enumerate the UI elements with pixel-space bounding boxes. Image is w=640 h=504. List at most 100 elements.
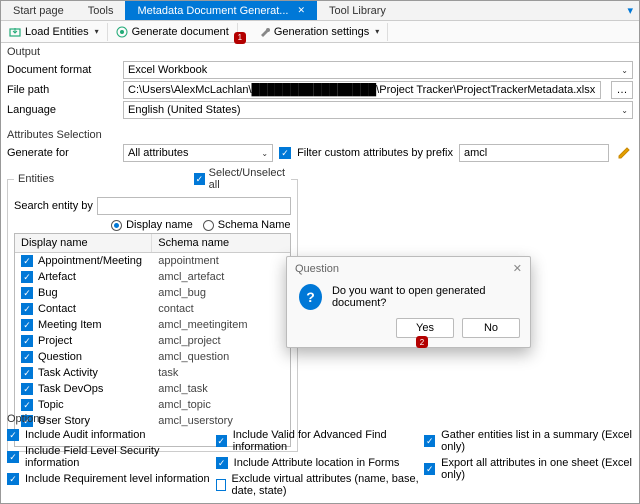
wrench-icon: [258, 26, 270, 38]
select-all-checkbox[interactable]: [194, 173, 205, 185]
opt-audit-checkbox[interactable]: [7, 429, 19, 441]
opt-fieldsec-checkbox[interactable]: [7, 451, 19, 463]
generation-settings-button[interactable]: Generation settings▾: [250, 23, 388, 41]
row-schema: amcl_project: [152, 333, 289, 349]
filter-prefix-checkbox[interactable]: [279, 147, 291, 159]
radio-icon: [111, 220, 122, 231]
row-schema: amcl_question: [152, 349, 289, 365]
tab-strip: Start page Tools Metadata Document Gener…: [1, 1, 639, 21]
generate-document-button[interactable]: Generate document: [108, 23, 238, 41]
output-group-title: Output: [1, 43, 639, 60]
table-row[interactable]: Question amcl_question: [15, 349, 290, 365]
row-schema: appointment: [152, 253, 289, 269]
tab-metadata-generator[interactable]: Metadata Document Generat...✕: [125, 1, 317, 20]
opt-summary-checkbox[interactable]: [424, 435, 435, 447]
opt-reqlevel-checkbox[interactable]: [7, 473, 19, 485]
row-checkbox[interactable]: [21, 271, 33, 283]
table-row[interactable]: Appointment/Meeting appointment: [15, 253, 290, 269]
table-row[interactable]: Contact contact: [15, 301, 290, 317]
generate-for-label: Generate for: [7, 147, 117, 159]
list-header: Display name Schema name: [15, 234, 290, 253]
row-checkbox[interactable]: [21, 367, 33, 379]
row-checkbox[interactable]: [21, 303, 33, 315]
col-display-name[interactable]: Display name: [15, 234, 152, 252]
chevron-down-icon: ⌄: [621, 106, 628, 115]
row-display: Bug: [38, 287, 58, 299]
row-display: Appointment/Meeting: [38, 255, 142, 267]
tab-start-page[interactable]: Start page: [1, 1, 76, 20]
opt-reqlevel-label: Include Requirement level information: [25, 473, 210, 485]
row-display: Task DevOps: [38, 383, 103, 395]
opt-attrloc-checkbox[interactable]: [216, 457, 228, 469]
no-button[interactable]: No: [462, 318, 520, 338]
row-schema: contact: [152, 301, 289, 317]
radio-display-name[interactable]: Display name: [111, 219, 193, 231]
question-icon: ?: [299, 284, 322, 310]
row-display: Artefact: [38, 271, 76, 283]
opt-summary-label: Gather entities list in a summary (Excel…: [441, 429, 633, 453]
table-row[interactable]: Artefact amcl_artefact: [15, 269, 290, 285]
opt-onesheet-checkbox[interactable]: [424, 463, 435, 475]
table-row[interactable]: Projectamcl_project: [15, 333, 290, 349]
language-select[interactable]: English (United States)⌄: [123, 101, 633, 119]
table-row[interactable]: Task DevOps amcl_task: [15, 381, 290, 397]
yes-button[interactable]: Yes: [396, 318, 454, 338]
generate-icon: [116, 26, 128, 38]
row-schema: amcl_task: [152, 381, 289, 397]
opt-excludevirtual-checkbox[interactable]: [216, 479, 226, 491]
filter-prefix-input[interactable]: amcl: [459, 144, 609, 162]
row-schema: amcl_meetingitem: [152, 317, 289, 333]
attributes-group-title: Attributes Selection: [1, 126, 639, 143]
options-group: Options Include Audit information Includ…: [7, 410, 633, 499]
generate-for-select[interactable]: All attributes⌄: [123, 144, 273, 162]
row-display: Meeting Item: [38, 319, 102, 331]
dialog-title: Question: [295, 263, 339, 275]
radio-icon: [203, 220, 214, 231]
opt-audit-label: Include Audit information: [25, 429, 145, 441]
badge-2: 2: [416, 336, 428, 348]
tab-dropdown-icon[interactable]: ▾: [621, 1, 639, 20]
chevron-down-icon: ⌄: [261, 149, 268, 158]
question-dialog: Question ✕ ? Do you want to open generat…: [286, 256, 531, 348]
document-format-select[interactable]: Excel Workbook⌄: [123, 61, 633, 79]
opt-advfind-label: Include Valid for Advanced Find informat…: [233, 429, 425, 453]
row-display: Question: [38, 351, 82, 363]
row-schema: task: [152, 365, 289, 381]
browse-button[interactable]: …: [611, 81, 633, 99]
table-row[interactable]: Meeting Item amcl_meetingitem: [15, 317, 290, 333]
opt-advfind-checkbox[interactable]: [216, 435, 227, 447]
radio-schema-name[interactable]: Schema Name: [203, 219, 291, 231]
search-input[interactable]: [97, 197, 291, 215]
file-path-field[interactable]: C:\Users\AlexMcLachlan\████████████████\…: [123, 81, 601, 99]
row-display: Contact: [38, 303, 76, 315]
select-all-label: Select/Unselect all: [209, 167, 287, 191]
dialog-message: Do you want to open generated document?: [332, 285, 518, 309]
search-label: Search entity by: [14, 200, 93, 212]
load-entities-button[interactable]: Load Entities▾: [1, 23, 108, 41]
col-schema-name[interactable]: Schema name: [152, 234, 289, 252]
row-display: Task Activity: [38, 367, 98, 379]
table-row[interactable]: Task Activity task: [15, 365, 290, 381]
tab-tool-library[interactable]: Tool Library: [317, 1, 398, 20]
options-title: Options: [7, 410, 633, 427]
caret-down-icon: ▾: [95, 27, 99, 36]
row-checkbox[interactable]: [21, 287, 33, 299]
row-checkbox[interactable]: [21, 319, 33, 331]
pencil-icon: [617, 146, 631, 160]
caret-down-icon: ▾: [375, 27, 379, 36]
row-checkbox[interactable]: [21, 351, 33, 363]
badge-1: 1: [234, 32, 246, 44]
toolbar: Load Entities▾ Generate document 1 Gener…: [1, 21, 639, 43]
close-icon[interactable]: ✕: [297, 5, 305, 16]
row-checkbox[interactable]: [21, 335, 33, 347]
row-checkbox[interactable]: [21, 383, 33, 395]
opt-excludevirtual-label: Exclude virtual attributes (name, base, …: [232, 473, 425, 497]
tab-tools[interactable]: Tools: [76, 1, 126, 20]
edit-prefix-button[interactable]: [615, 144, 633, 162]
dialog-close-button[interactable]: ✕: [513, 262, 522, 275]
row-schema: amcl_artefact: [152, 269, 289, 285]
language-label: Language: [7, 104, 117, 116]
table-row[interactable]: Bug amcl_bug: [15, 285, 290, 301]
row-checkbox[interactable]: [21, 255, 33, 267]
row-schema: amcl_bug: [152, 285, 289, 301]
